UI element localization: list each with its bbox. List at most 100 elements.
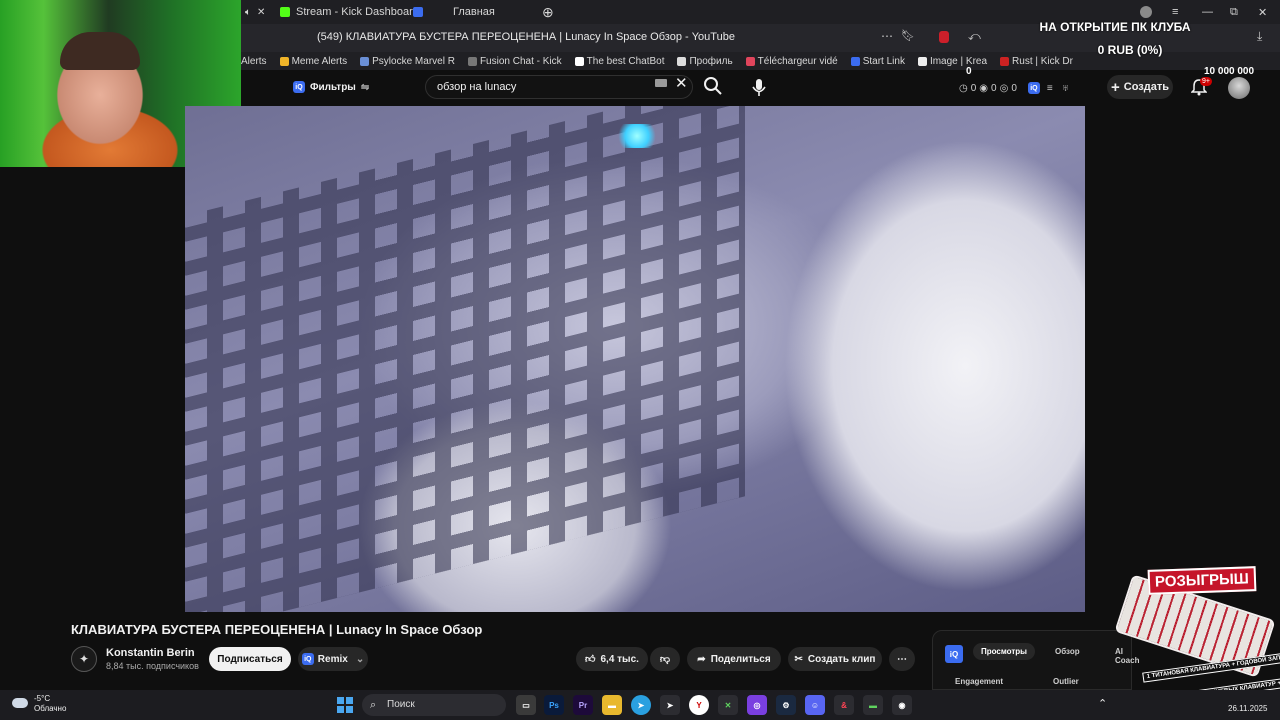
menu-icon[interactable]: ≡ — [1172, 2, 1178, 22]
iq-icon: iQ — [301, 653, 314, 665]
channel-name[interactable]: Konstantin Berin — [106, 647, 195, 659]
bookmark-item[interactable]: Start Link — [850, 56, 905, 67]
stream-goal-title: НА ОТКРЫТИЕ ПК КЛУБА — [1039, 20, 1191, 34]
kick-icon — [280, 7, 290, 17]
search-input[interactable]: обзор на lunacy — [425, 75, 693, 99]
thumbs-down-icon: 👎︎ — [659, 654, 671, 665]
bookmark-item[interactable]: Alerts — [241, 56, 267, 67]
plus-icon: + — [1110, 78, 1120, 96]
tab-label: Stream - Kick Dashboard — [296, 6, 419, 18]
bookmark-item[interactable]: Meme Alerts — [279, 56, 347, 67]
thumbs-up-icon: 👍︎ — [585, 654, 596, 665]
webcam-hair — [60, 32, 140, 70]
steam-icon[interactable]: ⚙ — [776, 695, 796, 715]
link-icon — [850, 56, 860, 66]
x-icon — [677, 56, 687, 66]
more-actions-button[interactable]: ⋯ — [889, 647, 915, 671]
tab-label: Главная — [453, 6, 495, 18]
tab-kick-dashboard[interactable]: Stream - Kick Dashboard — [280, 2, 419, 22]
bookmark-item[interactable]: Rust | Kick Dr — [1000, 56, 1073, 67]
stats-row: ◷ 0 ◉ 0 ◎ 0 iQ ≡ ♅ — [959, 82, 1070, 94]
folder-icon[interactable]: ▬ — [602, 695, 622, 715]
xbox-icon[interactable]: ✕ — [718, 695, 738, 715]
eye-icon: ◉ — [979, 82, 989, 94]
notification-badge: 9+ — [1200, 77, 1212, 86]
telegram-icon[interactable]: ➤ — [631, 695, 651, 715]
comment-icon: ◎ — [999, 82, 1009, 94]
meme-icon — [279, 56, 289, 66]
bookmark-icon[interactable]: 🔖︎ — [901, 29, 915, 42]
mute-tab-icon[interactable]: 🔈︎ ✕ — [245, 2, 265, 22]
chevron-up-icon[interactable]: ⌃ — [1098, 697, 1107, 710]
page-title: (549) КЛАВИАТУРА БУСТЕРА ПЕРЕОЦЕНЕНА | L… — [317, 31, 735, 43]
video-frame-detail — [185, 106, 745, 612]
taskbar-search[interactable]: ⌕ Поиск — [362, 694, 506, 716]
profile-icon[interactable] — [1140, 2, 1152, 22]
video-frame-highlight — [617, 124, 657, 148]
bookmark-item[interactable]: Fusion Chat - Kick — [467, 56, 562, 67]
subscribe-button[interactable]: Подписаться — [209, 647, 291, 671]
tab-overview[interactable]: Обзор — [1055, 647, 1080, 656]
search-icon: ⌕ — [370, 699, 377, 711]
share-icon: ➦ — [697, 653, 706, 665]
app-icon[interactable]: & — [834, 695, 854, 715]
clear-search-icon[interactable]: ✕ — [675, 74, 688, 92]
cloud-icon — [12, 698, 28, 708]
recording-icon[interactable]: ◉ — [892, 695, 912, 715]
more-icon[interactable]: ⋯ — [881, 29, 893, 43]
tab-main[interactable]: Главная — [413, 2, 495, 22]
pause-icon — [413, 7, 423, 17]
channel-avatar[interactable]: ✦ — [71, 646, 97, 672]
iq-icon[interactable]: iQ — [1027, 82, 1040, 94]
iq-icon[interactable]: iQ — [945, 645, 963, 663]
back-arrow-icon[interactable]: ⤺ — [968, 29, 981, 44]
youtube-header: iQ Фильтры ⇋ обзор на lunacy ✕ ◷ 0 ◉ 0 ◎ 0 … — [241, 70, 1280, 106]
giveaway-overlay: РОЗЫГРЫШ 1 ТИТАНОВАЯ КЛАВИАТУРА + ГОДОВО… — [1114, 566, 1280, 703]
bookmark-item[interactable]: Psylocke Marvel R — [360, 56, 455, 67]
rust-icon — [1000, 56, 1010, 66]
bookmark-item[interactable]: The best ChatBot — [574, 56, 664, 67]
list-icon[interactable]: ≡ — [1047, 83, 1053, 94]
like-button[interactable]: 👍︎ 6,4 тыс. — [576, 647, 648, 671]
close-icon[interactable]: ✕ — [1258, 2, 1267, 22]
search-icon[interactable] — [703, 76, 723, 101]
extension-icon[interactable] — [939, 31, 949, 43]
remix-button[interactable]: iQ Remix ⌄ — [298, 647, 368, 671]
tab-views[interactable]: Просмотры — [973, 643, 1036, 660]
terminal-icon[interactable]: ▬ — [863, 695, 883, 715]
discord-icon[interactable]: ☺ — [805, 695, 825, 715]
filters-button[interactable]: iQ Фильтры ⇋ — [293, 81, 369, 93]
share-button[interactable]: ➦ Поделиться — [687, 647, 781, 671]
premiere-icon[interactable]: Pr — [573, 695, 593, 715]
telegram-alt-icon[interactable]: ➤ — [660, 695, 680, 715]
avatar[interactable] — [1228, 77, 1250, 99]
video-player[interactable] — [185, 106, 1085, 612]
microphone-icon[interactable] — [750, 74, 768, 100]
taskbar-date: 26.11.2025 — [1228, 704, 1268, 713]
keyboard-icon[interactable] — [655, 79, 667, 87]
obs-icon[interactable]: ◎ — [747, 695, 767, 715]
task-view-icon[interactable]: ▭ — [516, 695, 536, 715]
dislike-button[interactable]: 👎︎ — [650, 647, 680, 671]
chat-icon — [467, 56, 477, 66]
photoshop-icon[interactable]: Ps — [544, 695, 564, 715]
maximize-icon[interactable]: ⧉ — [1230, 2, 1238, 22]
taskbar: -5°C Облачно ⌕ Поиск ▭ Ps Pr ▬ ➤ ➤ Y ✕ ◎… — [0, 690, 1280, 720]
trophy-icon[interactable]: ♅ — [1062, 83, 1070, 94]
clip-button[interactable]: ✂ Создать клип — [788, 647, 882, 671]
engagement-label: Engagement — [955, 677, 1004, 686]
analytics-panel: iQ Просмотры Обзор AI Coach Engagement O… — [932, 630, 1139, 690]
bookmark-item[interactable]: Téléchargeur vidé — [745, 56, 838, 67]
bookmark-item[interactable]: Image | Krea — [917, 56, 987, 67]
bookmark-item[interactable]: Профиль — [677, 56, 733, 67]
new-tab-button[interactable]: ⊕ — [542, 2, 554, 22]
scissors-icon: ✂ — [794, 653, 803, 665]
minimize-icon[interactable]: — — [1202, 2, 1213, 22]
outlier-label: Outlier — [1053, 677, 1079, 686]
create-button[interactable]: + Создать — [1107, 75, 1173, 99]
start-button[interactable] — [337, 697, 353, 713]
weather-temperature: -5°C — [34, 694, 51, 703]
download-icon[interactable]: ⤓ — [1257, 29, 1262, 44]
yandex-browser-icon[interactable]: Y — [689, 695, 709, 715]
wolf-logo-icon: ✦ — [78, 652, 90, 666]
